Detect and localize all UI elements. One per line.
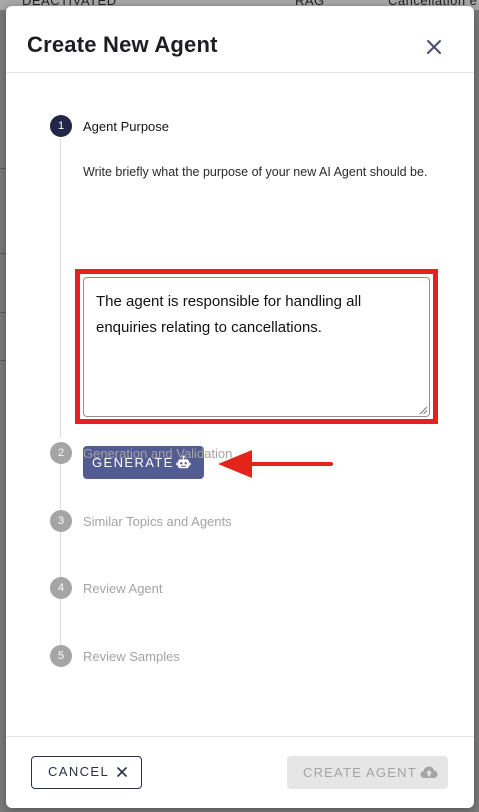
step-1-number: 1 (50, 115, 72, 137)
step-1-label[interactable]: Agent Purpose (83, 119, 169, 134)
dialog-header: Create New Agent (6, 6, 474, 73)
create-agent-button-label: CREATE AGENT (303, 765, 417, 780)
step-4-number: 4 (50, 577, 72, 599)
step-1-description: Write briefly what the purpose of your n… (83, 165, 428, 179)
step-5-number: 5 (50, 645, 72, 667)
cancel-button-label: CANCEL (48, 764, 110, 779)
cloud-upload-icon (420, 766, 438, 778)
dialog-footer: CANCEL CREATE AGENT (6, 736, 474, 808)
resize-grip-icon[interactable] (418, 405, 428, 415)
create-agent-dialog: Create New Agent 1 Agent Purpose Write b… (6, 6, 474, 808)
step-5-label: Review Samples (83, 649, 180, 664)
cancel-button[interactable]: CANCEL (31, 756, 142, 789)
step-connector (60, 138, 61, 438)
step-connector (60, 599, 61, 645)
step-connector (60, 532, 61, 578)
agent-creation-stepper: 1 Agent Purpose Write briefly what the p… (6, 72, 474, 736)
close-icon (117, 767, 127, 777)
step-2-number: 2 (50, 442, 72, 464)
step-4-label: Review Agent (83, 581, 163, 596)
step-3-number: 3 (50, 510, 72, 532)
step-3-label: Similar Topics and Agents (83, 514, 232, 529)
annotation-arrow-icon (218, 450, 333, 478)
close-button[interactable] (423, 36, 445, 58)
close-icon (427, 40, 441, 54)
step-2-label: Generation and Validation (83, 446, 233, 461)
agent-purpose-textarea[interactable]: The agent is responsible for handling al… (83, 277, 430, 417)
step-connector (60, 464, 61, 510)
dialog-title: Create New Agent (27, 32, 218, 57)
create-agent-button[interactable]: CREATE AGENT (287, 756, 448, 789)
